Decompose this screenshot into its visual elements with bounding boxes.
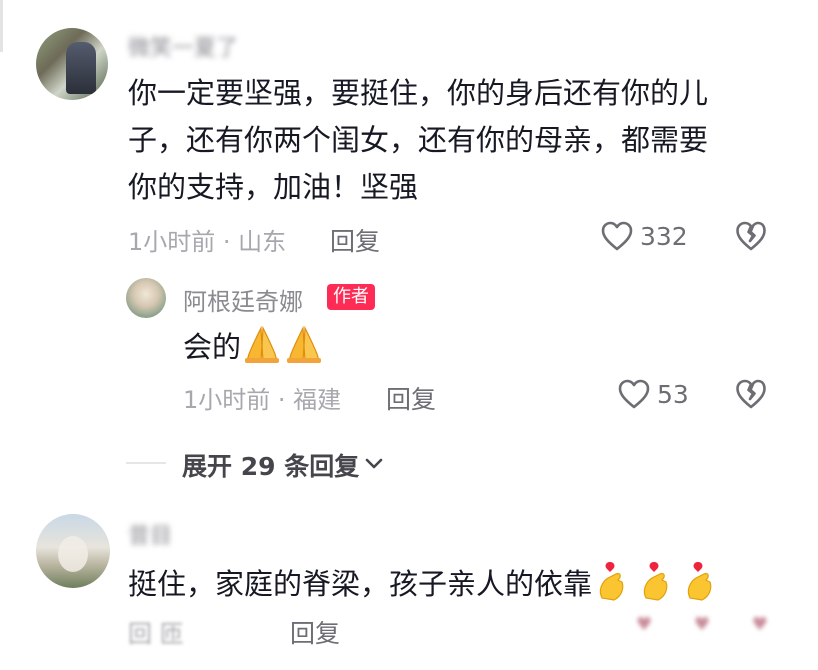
expand-divider <box>126 462 166 464</box>
comment-username[interactable]: 昔目 <box>128 518 172 550</box>
reply-button[interactable]: 回复 <box>330 222 380 258</box>
dislike-button[interactable] <box>735 220 767 256</box>
comment-meta: 1小时前 · 山东 <box>128 228 287 256</box>
comment-reactions: ♥ ♥ ♥ <box>636 614 786 635</box>
heart-icon <box>617 378 651 410</box>
finger-heart-emoji <box>596 558 724 614</box>
comment-text: 挺住，家庭的脊梁，孩子亲人的依靠 <box>128 567 593 601</box>
broken-heart-icon <box>735 221 767 256</box>
broken-heart-icon <box>735 379 767 414</box>
reply-button[interactable]: 回复 <box>290 614 340 650</box>
left-edge-divider <box>0 0 3 52</box>
avatar[interactable] <box>36 514 110 588</box>
author-username[interactable]: 阿根廷奇娜 <box>183 282 303 317</box>
reply-text: 会的 <box>183 330 242 364</box>
expand-replies-label: 展开 29 条回复 <box>182 452 360 481</box>
comment-text-line: 你一定要坚强，要挺住，你的身后还有你的儿 <box>128 76 709 110</box>
expand-replies-button[interactable]: 展开 29 条回复 <box>182 447 385 483</box>
like-button[interactable]: 332 <box>600 220 688 252</box>
comment-username[interactable]: 微笑一夏了 <box>128 30 238 62</box>
reply-meta: 1小时前 · 福建 <box>183 386 342 414</box>
like-button[interactable]: 53 <box>617 378 689 410</box>
like-count: 53 <box>657 379 689 409</box>
chevron-down-icon <box>363 451 385 480</box>
comment-text-row: 挺住，家庭的脊梁，孩子亲人的依靠 <box>128 558 724 614</box>
dislike-button[interactable] <box>735 378 767 414</box>
comment-text-line: 子，还有你两个闺女，还有你的母亲，都需要 <box>128 123 709 157</box>
praying-hands-emoji <box>241 324 325 374</box>
author-badge: 作者 <box>327 284 375 310</box>
reply-text-row: 会的 <box>183 324 325 374</box>
comment-meta: 回 匝 <box>128 620 184 648</box>
comment-text-line: 你的支持，加油！坚强 <box>128 170 419 204</box>
author-avatar[interactable] <box>126 278 166 318</box>
reply-button[interactable]: 回复 <box>386 380 436 416</box>
heart-icon <box>600 220 634 252</box>
like-count: 332 <box>640 221 688 251</box>
avatar[interactable] <box>36 28 108 100</box>
